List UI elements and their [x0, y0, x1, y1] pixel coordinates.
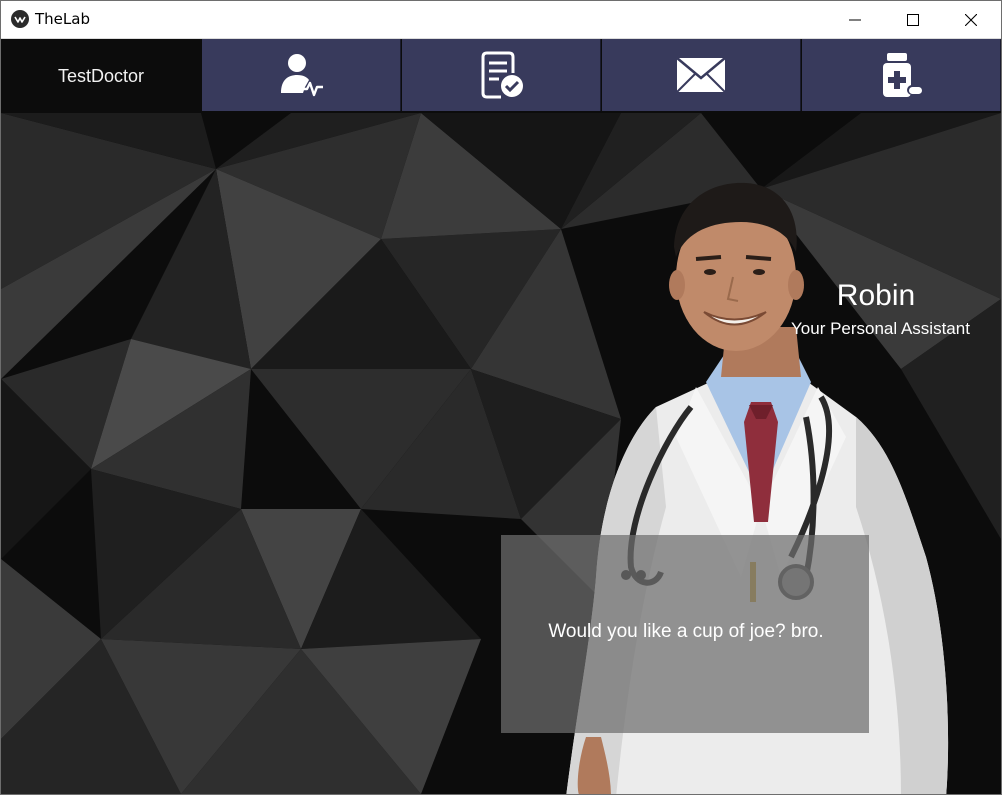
username-label: TestDoctor	[57, 65, 145, 86]
close-button[interactable]	[942, 1, 1000, 38]
assistant-name: Robin	[836, 279, 916, 312]
app-window: TheLab TestDoctor Robin Your Personal As…	[0, 0, 1002, 795]
tab-patients[interactable]	[202, 39, 401, 111]
checked-document-icon	[481, 51, 523, 99]
minimize-button[interactable]	[826, 1, 884, 38]
window-title: TheLab	[35, 10, 90, 28]
app-logo-icon	[11, 10, 29, 28]
tab-reports[interactable]	[402, 39, 601, 111]
medicine-bottle-icon	[883, 53, 923, 97]
title-bar[interactable]: TheLab	[1, 1, 1001, 39]
patient-vitals-icon	[281, 54, 323, 97]
close-icon	[965, 13, 977, 26]
tab-medicine[interactable]	[802, 39, 1001, 111]
maximize-button[interactable]	[884, 1, 942, 38]
assistant-message: Would you like a cup of joe? bro.	[548, 621, 824, 642]
tab-messages[interactable]	[602, 39, 801, 111]
assistant-role: Your Personal Assistant	[791, 319, 970, 338]
maximize-icon	[907, 13, 919, 26]
minimize-icon	[849, 19, 861, 20]
speech-box: Would you like a cup of joe? bro.	[501, 535, 869, 733]
mail-envelope-icon	[676, 57, 726, 93]
main-content: TestDoctor Robin Your Personal Assistant…	[1, 39, 1001, 794]
